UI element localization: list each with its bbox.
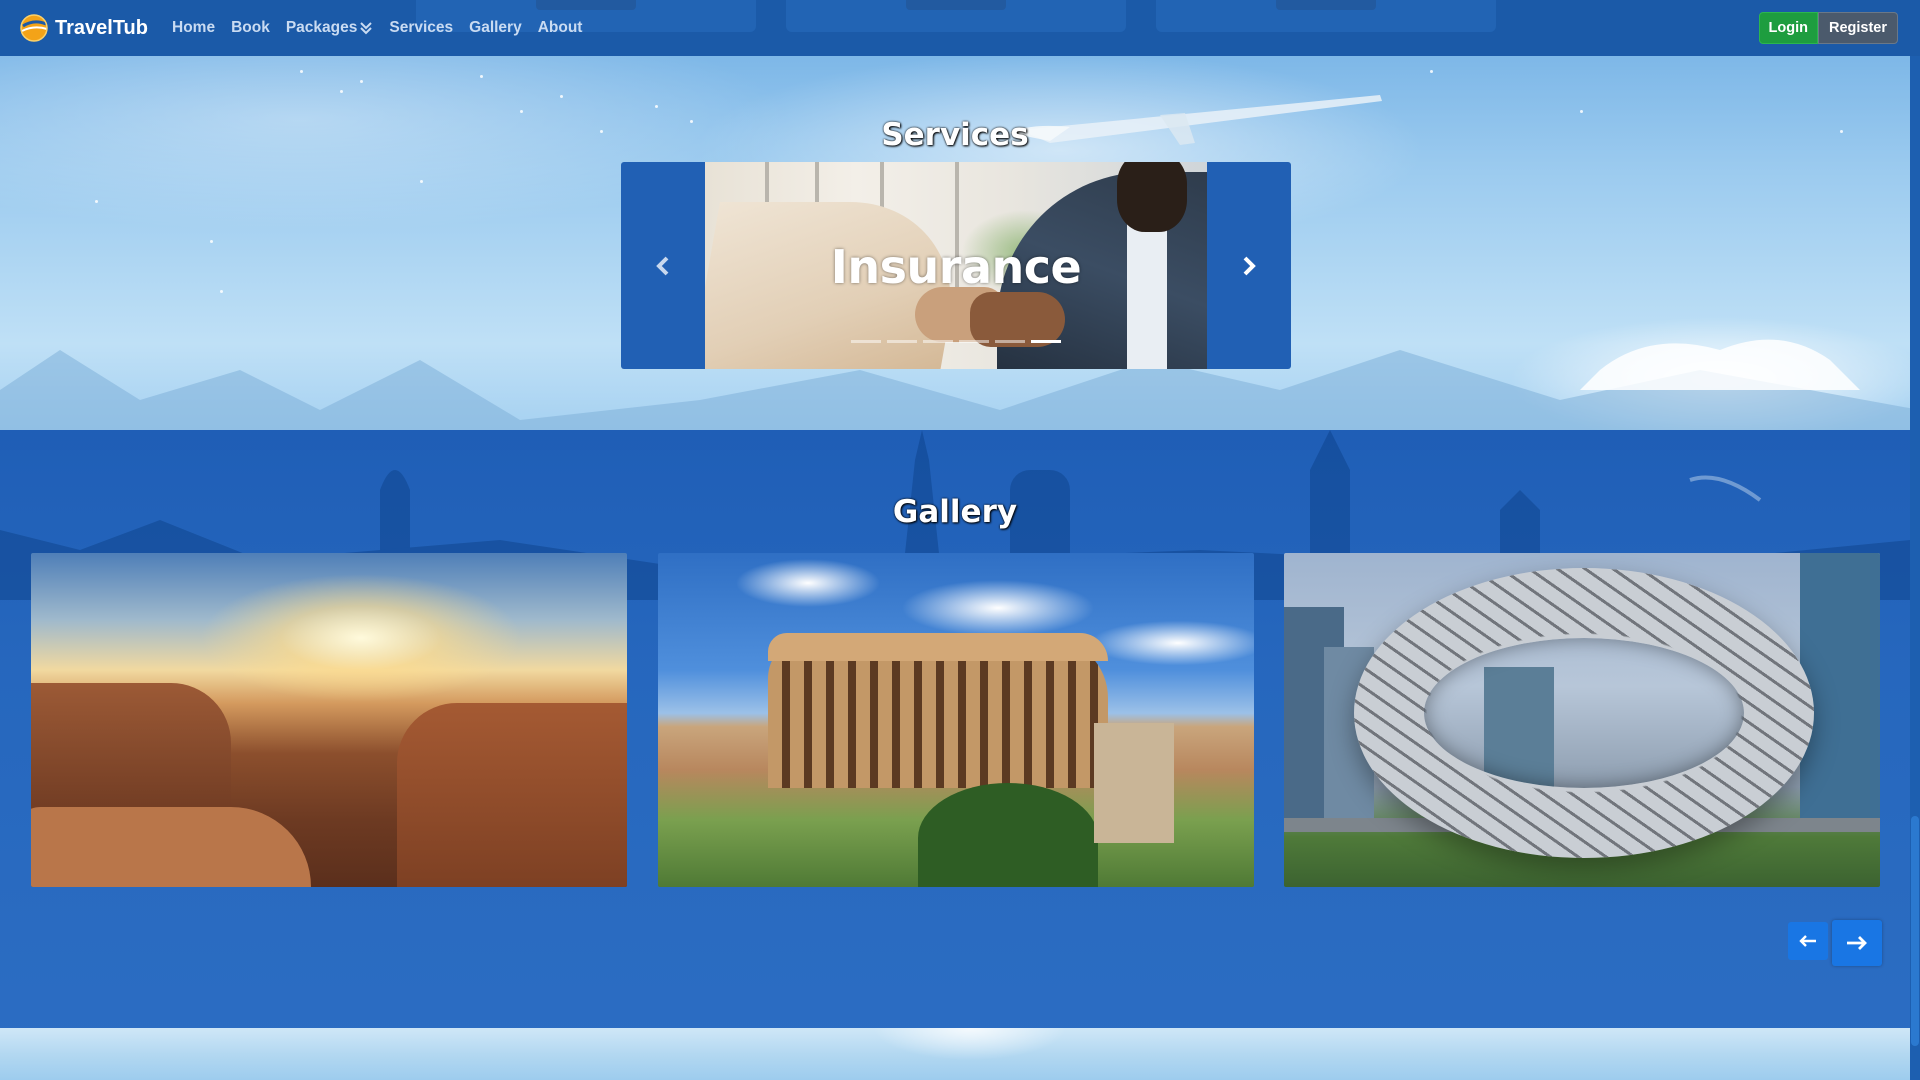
carousel-indicator[interactable] [923, 340, 953, 343]
nav-services[interactable]: Services [389, 19, 453, 37]
gallery-image-grand-canyon[interactable] [31, 553, 627, 887]
brand-link[interactable]: TravelTub [19, 13, 148, 43]
peek-card [1156, 0, 1496, 32]
carousel-indicator-active[interactable] [1031, 340, 1061, 343]
nav-home[interactable]: Home [172, 19, 215, 37]
arrow-left-icon [1799, 935, 1816, 947]
nav-book-label: Book [231, 19, 270, 36]
carousel-indicator[interactable] [995, 340, 1025, 343]
auth-buttons: Login Register [1758, 12, 1898, 44]
gallery-image-colosseum[interactable] [658, 553, 1254, 887]
nav-links: Home Book Packages Services Gallery Abou… [172, 19, 598, 37]
carousel-indicators [705, 340, 1207, 343]
carousel-indicator[interactable] [887, 340, 917, 343]
services-carousel: Insurance [621, 162, 1291, 369]
nav-services-label: Services [389, 19, 454, 36]
chevron-right-icon [1243, 256, 1256, 275]
nav-packages-dropdown[interactable]: Packages [286, 19, 374, 37]
login-button[interactable]: Login [1758, 12, 1818, 44]
nav-about-label: About [537, 19, 583, 36]
carousel-indicator[interactable] [851, 340, 881, 343]
carousel-slide-insurance: Insurance [705, 162, 1207, 369]
gallery-heading: Gallery [892, 494, 1018, 530]
brand-name: TravelTub [55, 16, 148, 39]
nav-book[interactable]: Book [231, 19, 270, 37]
carousel-prev-button[interactable] [621, 162, 705, 369]
gallery-prev-button[interactable] [1788, 922, 1828, 960]
peek-card [786, 0, 1126, 32]
arrow-right-icon [1847, 936, 1867, 950]
slide-caption: Insurance [830, 240, 1082, 294]
services-heading: Services [881, 117, 1029, 153]
globe-logo-icon [20, 14, 48, 42]
gallery-next-button[interactable] [1832, 920, 1882, 966]
carousel-next-button[interactable] [1207, 162, 1291, 369]
scrollbar-thumb[interactable] [1911, 816, 1919, 1046]
footer-background-strip [0, 1028, 1910, 1080]
register-button[interactable]: Register [1817, 12, 1898, 44]
double-chevron-down-icon [360, 22, 373, 35]
nav-about[interactable]: About [538, 19, 583, 37]
carousel-indicator[interactable] [959, 340, 989, 343]
top-navbar: TravelTub Home Book Packages Services Ga… [0, 0, 1920, 56]
nav-gallery-label: Gallery [469, 19, 522, 36]
nav-home-label: Home [172, 19, 216, 36]
page-scrollbar[interactable] [1910, 56, 1920, 1080]
nav-gallery[interactable]: Gallery [469, 19, 522, 37]
gallery-image-museum-of-the-future[interactable] [1284, 553, 1880, 887]
chevron-left-icon [656, 256, 669, 275]
nav-packages-label: Packages [285, 19, 358, 36]
